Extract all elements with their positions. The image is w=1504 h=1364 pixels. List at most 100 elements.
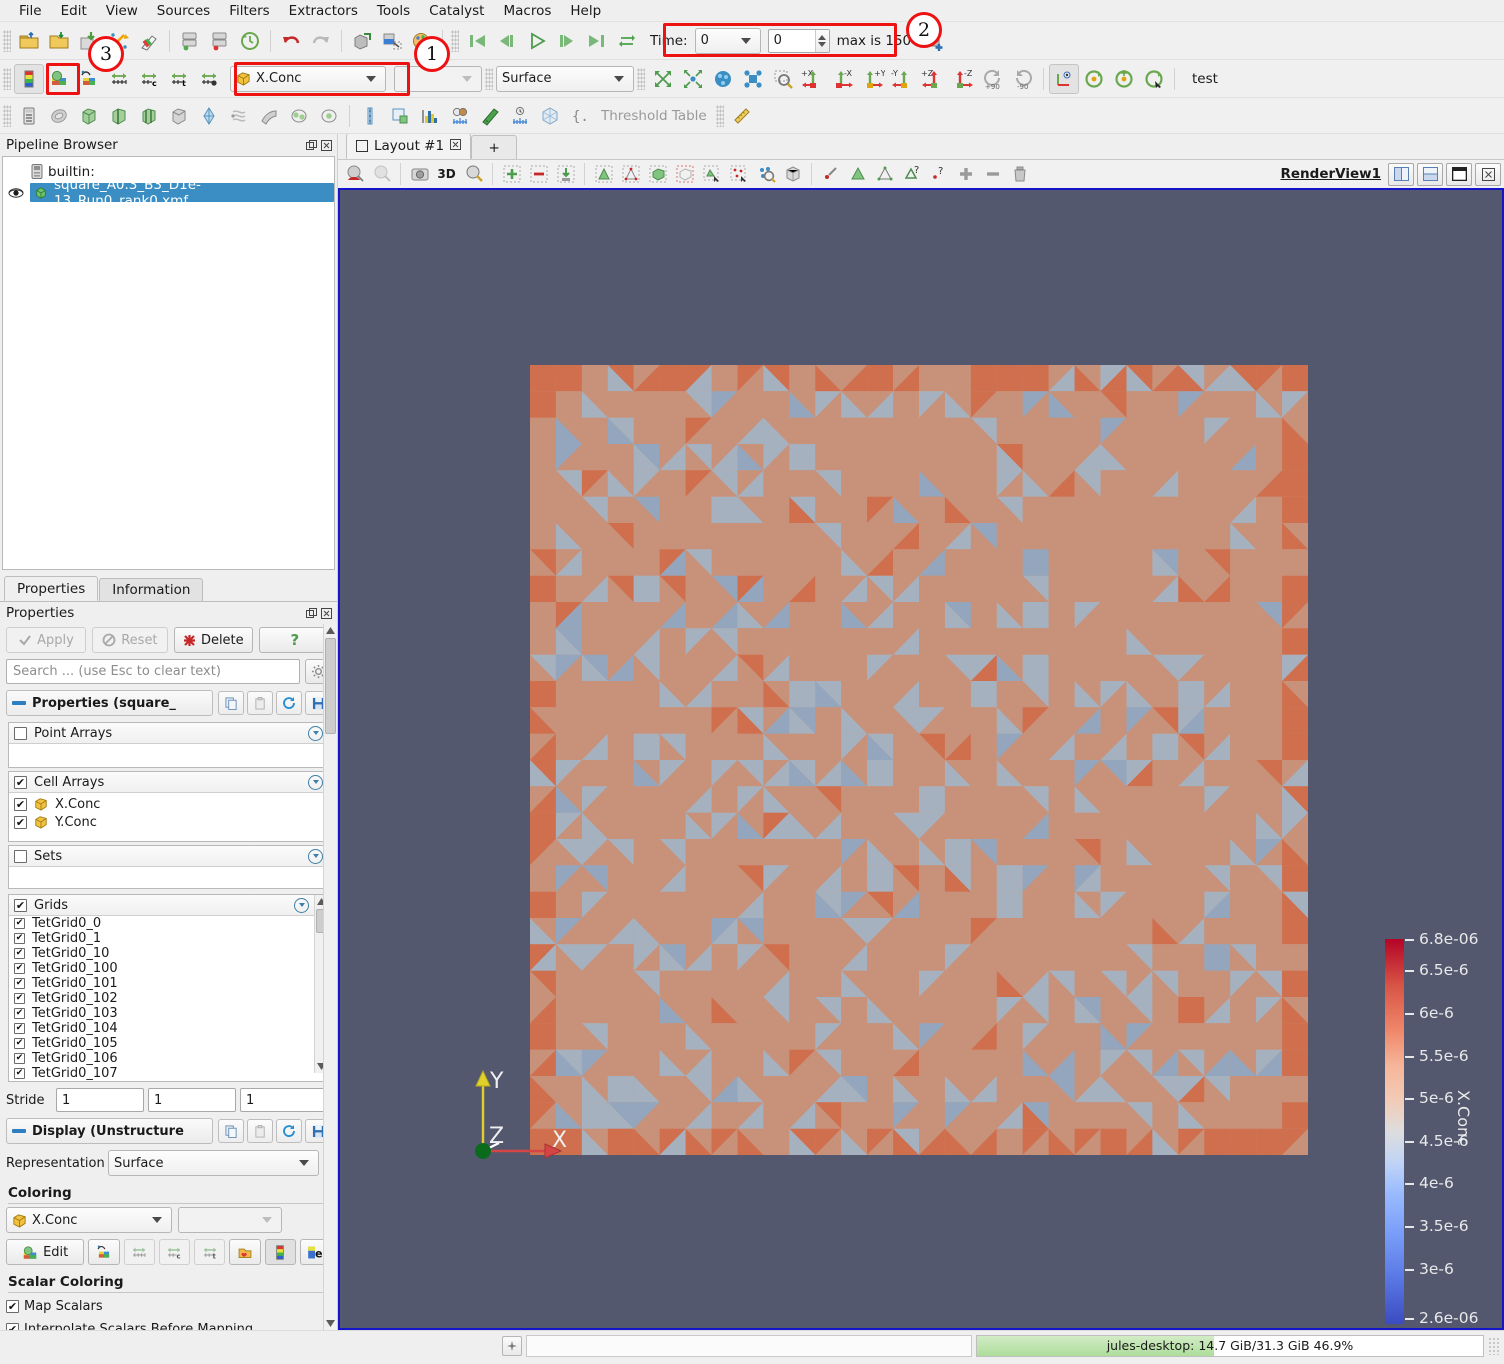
grid-checkbox[interactable]: ✔ <box>14 993 25 1004</box>
stride-x-input[interactable]: 1 <box>56 1088 144 1112</box>
menu-macros[interactable]: Macros <box>494 1 560 21</box>
list-item[interactable]: ✔ TetGrid0_10 <box>9 946 314 961</box>
glyph-filter-icon[interactable] <box>194 101 224 131</box>
extract-level-icon[interactable] <box>314 101 344 131</box>
slice-filter-icon[interactable] <box>104 101 134 131</box>
zoom-to-box-icon[interactable] <box>768 64 798 94</box>
select-cells-on-icon[interactable] <box>341 161 368 187</box>
properties-scrollbar[interactable] <box>323 624 337 1330</box>
previous-frame-icon[interactable] <box>492 26 522 56</box>
representation-select[interactable]: Surface <box>108 1150 319 1176</box>
sets-list[interactable] <box>9 867 328 888</box>
pipeline-source-row[interactable]: square_A0.3_B3_D1e-13_Run0_rank0.xmf <box>30 177 334 209</box>
zoom-interactive-icon[interactable] <box>460 161 487 187</box>
chevron-down-icon[interactable] <box>294 897 309 913</box>
grid-checkbox[interactable]: ✔ <box>14 918 25 929</box>
coloring-array-select[interactable]: X.Conc <box>6 1207 172 1233</box>
stride-y-input[interactable]: 1 <box>148 1088 236 1112</box>
plot-selection-icon[interactable] <box>385 101 415 131</box>
pipeline-browser-tree[interactable]: builtin: square_A0.3_B3_D1e-13_Run0_rank… <box>2 156 335 570</box>
select-block-icon[interactable] <box>644 161 671 187</box>
grid-checkbox[interactable]: ✔ <box>14 978 25 989</box>
list-item[interactable]: ✔ TetGrid0_101 <box>9 976 314 991</box>
toolbar-grip[interactable] <box>715 104 724 127</box>
point-arrays-header[interactable]: Point Arrays <box>9 723 328 744</box>
group-datasets-icon[interactable] <box>284 101 314 131</box>
menu-tools[interactable]: Tools <box>368 1 419 21</box>
invert-color-map-icon[interactable] <box>194 64 224 94</box>
copy-properties-icon[interactable] <box>218 691 244 715</box>
last-frame-icon[interactable] <box>582 26 612 56</box>
cell-query-icon[interactable]: ? <box>898 161 925 187</box>
play-icon[interactable] <box>522 26 552 56</box>
reset-display-icon[interactable] <box>276 1119 302 1143</box>
shrink-selection-icon[interactable] <box>979 161 1006 187</box>
choose-preset-button[interactable] <box>229 1239 261 1265</box>
set-view-minus-y-icon[interactable]: -Y <box>888 64 918 94</box>
menu-sources[interactable]: Sources <box>148 1 219 21</box>
zoom-closest-to-data-icon[interactable] <box>738 64 768 94</box>
close-icon[interactable] <box>320 139 333 152</box>
search-input[interactable]: Search ... (use Esc to clear text) <box>6 659 300 684</box>
menu-filters[interactable]: Filters <box>220 1 278 21</box>
plot-data-over-time-icon[interactable] <box>445 101 475 131</box>
rescale-visible-range-button[interactable]: t <box>194 1239 226 1265</box>
tab-properties[interactable]: Properties <box>4 576 99 601</box>
color-palette-icon[interactable] <box>134 26 164 56</box>
apply-button[interactable]: Apply <box>6 627 86 653</box>
expand-selection-icon[interactable] <box>952 161 979 187</box>
list-item[interactable]: ✔ TetGrid0_102 <box>9 991 314 1006</box>
edit-color-map-icon[interactable] <box>44 64 74 94</box>
toolbar-grip[interactable] <box>637 67 645 90</box>
active-array-selector[interactable]: X.Conc <box>230 65 386 92</box>
clip-filter-icon[interactable] <box>74 101 104 131</box>
tab-layout-1[interactable]: Layout #1 <box>346 133 472 159</box>
reset-center-icon[interactable] <box>1109 64 1139 94</box>
set-view-minus-x-icon[interactable]: -X <box>828 64 858 94</box>
select-points-through-icon[interactable] <box>617 161 644 187</box>
toolbar-grip[interactable] <box>3 67 11 90</box>
set-view-minus-z-icon[interactable]: -Z <box>948 64 978 94</box>
spinbox-arrows[interactable] <box>814 29 829 52</box>
coloring-component-select[interactable] <box>178 1207 282 1233</box>
grid-checkbox[interactable]: ✔ <box>14 963 25 974</box>
menu-catalyst[interactable]: Catalyst <box>420 1 493 21</box>
toggle-color-legend-button[interactable] <box>264 1239 296 1265</box>
capture-screenshot-icon[interactable] <box>406 161 433 187</box>
undock-icon[interactable] <box>305 139 318 152</box>
add-layout-tab[interactable]: + <box>471 135 518 159</box>
menu-help[interactable]: Help <box>561 1 610 21</box>
color-legend[interactable]: X.Conc 6.8e-06 6.5e-6 6e-6 5.5e-6 5e-6 4… <box>1369 930 1479 1328</box>
mesh-surface[interactable] <box>530 365 1308 1155</box>
list-item[interactable]: ✔ X.Conc <box>9 795 328 813</box>
scroll-down-icon[interactable] <box>324 1317 337 1330</box>
paste-display-icon[interactable] <box>247 1119 273 1143</box>
plot-over-line-icon[interactable] <box>355 101 385 131</box>
visibility-eye-icon[interactable] <box>7 187 25 199</box>
edit-color-map-button[interactable]: Edit <box>6 1239 85 1265</box>
point-query-icon[interactable]: ? <box>925 161 952 187</box>
spin-up-icon[interactable] <box>818 34 827 40</box>
set-view-plus-y-icon[interactable]: +Y <box>858 64 888 94</box>
grid-checkbox[interactable]: ✔ <box>14 1008 25 1019</box>
calculator-filter-icon[interactable] <box>14 101 44 131</box>
spin-down-icon[interactable] <box>818 41 827 47</box>
pipeline-item-source[interactable]: square_A0.3_B3_D1e-13_Run0_rank0.xmf <box>3 177 334 209</box>
redo-icon[interactable] <box>306 26 336 56</box>
toolbar-grip[interactable] <box>3 104 11 127</box>
cell-arrays-list[interactable]: ✔ X.Conc ✔ Y.Conc <box>9 793 328 841</box>
list-item[interactable]: ✔ TetGrid0_106 <box>9 1051 314 1066</box>
set-view-plus-z-icon[interactable]: +Z <box>918 64 948 94</box>
undock-icon[interactable] <box>305 607 318 620</box>
set-view-plus-x-icon[interactable]: +X <box>798 64 828 94</box>
paste-properties-icon[interactable] <box>247 691 273 715</box>
extract-subset-icon[interactable] <box>164 101 194 131</box>
pick-center-icon[interactable] <box>1139 64 1169 94</box>
chevron-down-icon[interactable] <box>308 725 323 741</box>
list-item[interactable]: ✔ TetGrid0_1 <box>9 931 314 946</box>
select-point-tooltip-icon[interactable] <box>871 161 898 187</box>
temporal-statistics-icon[interactable] <box>505 101 535 131</box>
toolbar-grip[interactable] <box>485 67 493 90</box>
interactive-select-cells-icon[interactable] <box>698 161 725 187</box>
toggle-selection-icon[interactable] <box>552 161 579 187</box>
